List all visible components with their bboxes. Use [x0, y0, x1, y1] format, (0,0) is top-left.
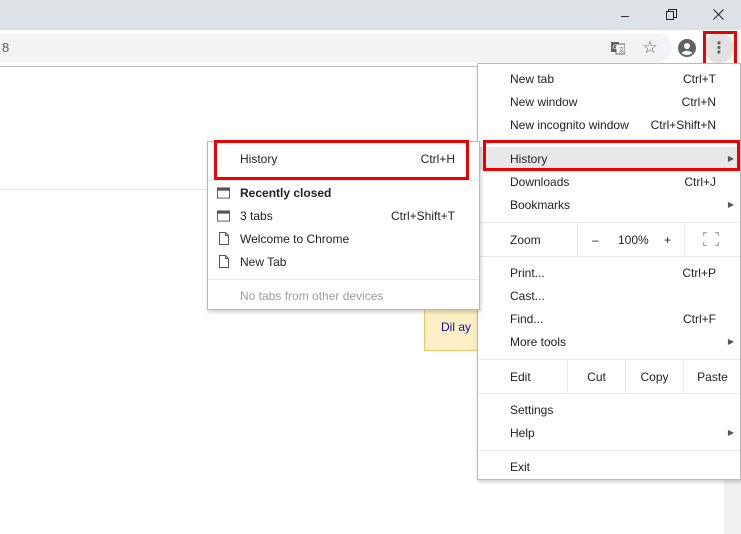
- page-icon: [217, 232, 230, 245]
- menu-item-exit[interactable]: Exit: [478, 455, 740, 478]
- menu-item-label: History: [240, 151, 278, 166]
- translate-icon[interactable]: G文: [604, 34, 632, 62]
- no-tabs-message: No tabs from other devices: [208, 284, 479, 307]
- menu-item-label: New window: [510, 94, 578, 109]
- edit-row: Edit Cut Copy Paste: [478, 360, 740, 393]
- menu-separator: [478, 141, 740, 142]
- address-bar[interactable]: 8 G文 ☆: [0, 34, 672, 62]
- svg-text:G: G: [613, 44, 618, 51]
- close-icon: [712, 7, 724, 23]
- menu-item-shortcut: Ctrl+F: [683, 311, 716, 326]
- tooltip-text: Dil ay: [441, 320, 472, 334]
- menu-item-label: New Tab: [240, 254, 287, 269]
- restore-button[interactable]: [648, 0, 694, 30]
- minimize-icon: –: [621, 7, 629, 23]
- menu-item-label: Bookmarks: [510, 197, 571, 212]
- menu-separator: [478, 256, 740, 257]
- language-tooltip: Dil ay: [424, 303, 479, 351]
- menu-separator: [478, 393, 740, 394]
- window-icon: [217, 209, 230, 222]
- more-vert-icon: ⋮: [711, 40, 727, 57]
- submenu-arrow-icon: ▶: [727, 337, 734, 346]
- menu-item-label: Find...: [510, 311, 544, 326]
- page-icon: [217, 255, 230, 268]
- profile-icon[interactable]: [674, 34, 700, 62]
- submenu-arrow-icon: ▶: [727, 200, 734, 209]
- history-submenu: History Ctrl+H Recently closed 3 tabs Ct…: [207, 141, 480, 310]
- submenu-item-welcome-to-chrome[interactable]: Welcome to Chrome: [208, 227, 479, 250]
- menu-item-label: 3 tabs: [240, 208, 273, 223]
- menu-item-label: Settings: [510, 402, 554, 417]
- zoom-row: Zoom – 100% +: [478, 223, 740, 256]
- svg-text:文: 文: [619, 46, 625, 54]
- menu-item-cast[interactable]: Cast...: [478, 284, 740, 307]
- chrome-menu-button[interactable]: ⋮: [704, 33, 734, 63]
- edit-label: Edit: [510, 369, 531, 384]
- menu-item-new-incognito-window[interactable]: New incognito window Ctrl+Shift+N: [478, 113, 740, 136]
- menu-item-label: New incognito window: [510, 117, 629, 132]
- recently-closed-header: Recently closed: [208, 181, 479, 204]
- menu-item-label: New tab: [510, 71, 555, 86]
- copy-button[interactable]: Copy: [625, 360, 683, 393]
- window-icon: [217, 186, 230, 199]
- menu-separator: [208, 279, 479, 280]
- scrollbar[interactable]: [724, 480, 741, 534]
- menu-item-print[interactable]: Print... Ctrl+P: [478, 261, 740, 284]
- chrome-main-menu: New tab Ctrl+T New window Ctrl+N New inc…: [477, 63, 741, 480]
- no-tabs-label: No tabs from other devices: [240, 288, 384, 303]
- menu-item-new-tab[interactable]: New tab Ctrl+T: [478, 67, 740, 90]
- zoom-controls: – 100% +: [577, 223, 685, 256]
- menu-item-label: More tools: [510, 334, 567, 349]
- submenu-item-3-tabs[interactable]: 3 tabs Ctrl+Shift+T: [208, 204, 479, 227]
- page-divider: [0, 189, 208, 190]
- submenu-item-new-tab[interactable]: New Tab: [208, 250, 479, 273]
- menu-item-label: Cast...: [510, 288, 545, 303]
- minimize-button[interactable]: –: [602, 0, 648, 30]
- submenu-arrow-icon: ▶: [727, 428, 734, 437]
- menu-item-more-tools[interactable]: More tools ▶: [478, 330, 740, 353]
- submenu-arrow-icon: ▶: [727, 154, 734, 163]
- menu-item-shortcut: Ctrl+Shift+N: [650, 117, 716, 132]
- menu-item-shortcut: Ctrl+Shift+T: [390, 208, 455, 223]
- browser-toolbar: 8 G文 ☆ ⋮: [0, 30, 741, 67]
- menu-item-label: Downloads: [510, 174, 570, 189]
- menu-item-label: Print...: [510, 265, 545, 280]
- zoom-out-button[interactable]: –: [592, 233, 599, 247]
- menu-separator: [478, 450, 740, 451]
- paste-button[interactable]: Paste: [683, 360, 741, 393]
- menu-item-find[interactable]: Find... Ctrl+F: [478, 307, 740, 330]
- menu-item-new-window[interactable]: New window Ctrl+N: [478, 90, 740, 113]
- recently-closed-label: Recently closed: [240, 185, 332, 200]
- zoom-in-button[interactable]: +: [664, 233, 671, 247]
- menu-item-shortcut: Ctrl+H: [420, 151, 455, 166]
- menu-item-label: History: [510, 151, 548, 166]
- menu-item-label: Welcome to Chrome: [240, 231, 350, 246]
- menu-item-shortcut: Ctrl+T: [683, 71, 716, 86]
- menu-item-shortcut: Ctrl+P: [682, 265, 716, 280]
- cut-button[interactable]: Cut: [567, 360, 625, 393]
- menu-item-label: Help: [510, 425, 535, 440]
- address-text: 8: [2, 40, 10, 55]
- menu-item-downloads[interactable]: Downloads Ctrl+J: [478, 170, 740, 193]
- fullscreen-icon[interactable]: [702, 231, 720, 249]
- zoom-level: 100%: [618, 232, 649, 247]
- menu-item-settings[interactable]: Settings: [478, 398, 740, 421]
- bookmark-star-icon[interactable]: ☆: [636, 34, 664, 62]
- menu-item-bookmarks[interactable]: Bookmarks ▶: [478, 193, 740, 216]
- title-bar: –: [0, 0, 741, 30]
- zoom-label: Zoom: [510, 232, 541, 247]
- menu-item-shortcut: Ctrl+J: [684, 174, 716, 189]
- close-button[interactable]: [695, 0, 741, 30]
- menu-item-shortcut: Ctrl+N: [681, 94, 716, 109]
- menu-item-help[interactable]: Help ▶: [478, 421, 740, 444]
- menu-item-label: Exit: [510, 459, 531, 474]
- submenu-item-history[interactable]: History Ctrl+H: [208, 147, 479, 170]
- menu-item-history[interactable]: History ▶: [478, 147, 740, 170]
- restore-icon: [665, 7, 677, 23]
